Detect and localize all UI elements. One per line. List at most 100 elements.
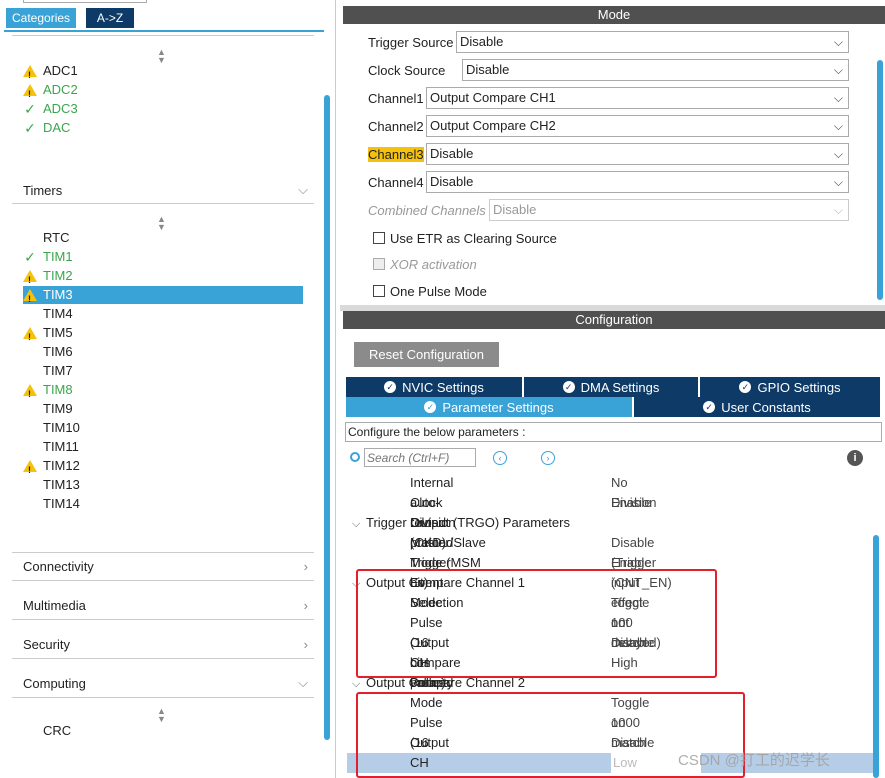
select-value: Output Compare CH2 <box>430 118 556 133</box>
channel3-select[interactable]: Disable ⌵ <box>426 143 849 165</box>
scroll-arrows-icon[interactable]: ▲ ▼ <box>157 707 166 724</box>
scroll-arrows-icon[interactable]: ▲ ▼ <box>157 215 166 232</box>
list-item-label: TIM7 <box>43 363 73 378</box>
list-item-tim12[interactable]: TIM12 <box>23 457 80 479</box>
tab-categories[interactable]: Categories <box>6 8 77 28</box>
chevron-down-icon: ⌵ <box>833 91 843 105</box>
category-security[interactable]: Security › <box>12 634 314 654</box>
one-pulse-checkbox[interactable]: One Pulse Mode <box>373 283 487 299</box>
trigger-source-select[interactable]: Disable ⌵ <box>456 31 849 53</box>
category-label: Timers <box>23 182 63 198</box>
combined-channels-select: Disable ⌵ <box>489 199 849 221</box>
mode-scrollbar[interactable] <box>877 60 883 300</box>
tab-dma-settings[interactable]: ✓ DMA Settings <box>524 377 698 397</box>
reset-configuration-button[interactable]: Reset Configuration <box>354 342 499 367</box>
list-item-tim4[interactable]: TIM4 <box>23 305 73 323</box>
tab-gpio-settings[interactable]: ✓ GPIO Settings <box>700 377 880 397</box>
list-item-label: ADC1 <box>43 63 78 78</box>
divider <box>12 552 314 553</box>
list-item-tim10[interactable]: TIM10 <box>23 419 80 437</box>
list-item-tim8[interactable]: TIM8 <box>23 381 73 403</box>
divider <box>4 30 324 32</box>
group-trgo[interactable]: ⌵ Trigger Output (TRGO) Parameters <box>352 513 570 533</box>
config-scrollbar[interactable] <box>873 535 879 778</box>
select-value: Disable <box>493 202 537 217</box>
list-item-tim11[interactable]: TIM11 <box>23 438 79 456</box>
list-item-label: TIM12 <box>43 458 80 473</box>
list-item-tim7[interactable]: TIM7 <box>23 362 73 380</box>
channel1-label: Channel1 <box>368 90 424 106</box>
category-label: Computing <box>23 675 86 691</box>
channel4-select[interactable]: Disable ⌵ <box>426 171 849 193</box>
warning-icon <box>23 288 37 308</box>
check-circle-icon: ✓ <box>739 381 752 393</box>
channel1-select[interactable]: Output Compare CH1 ⌵ <box>426 87 849 109</box>
check-icon: ✓ <box>24 101 36 117</box>
list-item-adc1[interactable]: ADC1 <box>23 62 78 84</box>
search-next-icon[interactable]: › <box>541 451 555 465</box>
list-item-adc2[interactable]: ADC2 <box>23 81 78 103</box>
check-circle-icon: ✓ <box>424 401 437 413</box>
list-item-dac[interactable]: ✓ DAC <box>23 119 70 137</box>
list-item-label: TIM2 <box>43 268 73 283</box>
list-item-tim9[interactable]: TIM9 <box>23 400 73 418</box>
watermark: CSDN @打工的迟学长 <box>678 752 830 769</box>
category-label: Security <box>23 636 70 652</box>
channel2-label: Channel2 <box>368 118 424 134</box>
search-prev-icon[interactable]: ‹ <box>493 451 507 465</box>
category-computing[interactable]: Computing ⌵ <box>12 673 314 693</box>
chevron-down-icon: ⌵ <box>833 147 843 161</box>
category-connectivity[interactable]: Connectivity › <box>12 556 314 576</box>
check-circle-icon: ✓ <box>562 381 575 393</box>
warning-icon <box>23 269 37 289</box>
tab-user-constants[interactable]: ✓ User Constants <box>634 397 880 417</box>
chevron-down-icon: ⌵ <box>352 518 361 530</box>
warning-icon <box>23 459 37 479</box>
etr-checkbox[interactable]: Use ETR as Clearing Source <box>373 230 557 246</box>
list-item-tim6[interactable]: TIM6 <box>23 343 73 361</box>
list-item-crc[interactable]: CRC <box>23 722 71 740</box>
channel2-select[interactable]: Output Compare CH2 ⌵ <box>426 115 849 137</box>
check-icon: ✓ <box>24 120 36 136</box>
list-item-tim2[interactable]: TIM2 <box>23 267 73 289</box>
blank-icon <box>23 307 37 321</box>
divider <box>12 619 314 620</box>
list-item-rtc[interactable]: RTC <box>23 229 69 247</box>
search-field-top[interactable] <box>23 0 147 3</box>
chevron-down-icon: ⌵ <box>833 203 843 217</box>
mode-header: Mode <box>343 6 885 24</box>
check-circle-icon: ✓ <box>703 401 716 413</box>
clock-source-select[interactable]: Disable ⌵ <box>462 59 849 81</box>
xor-checkbox: XOR activation <box>373 256 477 272</box>
left-scrollbar[interactable] <box>324 95 330 740</box>
chevron-down-icon: ⌵ <box>833 175 843 189</box>
chevron-down-icon: ⌵ <box>298 675 308 690</box>
checkbox-box[interactable] <box>373 232 385 244</box>
list-item-tim13[interactable]: TIM13 <box>23 476 80 494</box>
list-item-tim1[interactable]: ✓ TIM1 <box>23 248 73 266</box>
tab-nvic-settings[interactable]: ✓ NVIC Settings <box>346 377 522 397</box>
search-icon <box>350 452 360 462</box>
select-value: Disable <box>460 34 504 49</box>
category-timers[interactable]: Timers ⌵ <box>12 180 314 200</box>
list-item-label: TIM14 <box>43 496 80 511</box>
scroll-arrows-icon[interactable]: ▲ ▼ <box>157 48 166 65</box>
list-item-adc3[interactable]: ✓ ADC3 <box>23 100 78 118</box>
tab-parameter-settings[interactable]: ✓ Parameter Settings <box>346 397 632 417</box>
chevron-down-icon: ⌵ <box>833 63 843 77</box>
tab-a-to-z[interactable]: A->Z <box>86 8 134 28</box>
select-value: Disable <box>430 174 474 189</box>
info-icon[interactable]: i <box>847 450 863 466</box>
divider <box>12 35 314 36</box>
divider <box>12 658 314 659</box>
list-item-tim3[interactable]: TIM3 <box>23 286 303 308</box>
category-multimedia[interactable]: Multimedia › <box>12 595 314 615</box>
category-label: Multimedia <box>23 597 86 613</box>
divider <box>12 697 314 698</box>
divider <box>12 203 314 204</box>
list-item-tim5[interactable]: TIM5 <box>23 324 73 346</box>
search-input[interactable] <box>364 448 476 467</box>
checkbox-box[interactable] <box>373 285 385 297</box>
chevron-down-icon: ⌵ <box>833 35 843 49</box>
list-item-tim14[interactable]: TIM14 <box>23 495 80 513</box>
